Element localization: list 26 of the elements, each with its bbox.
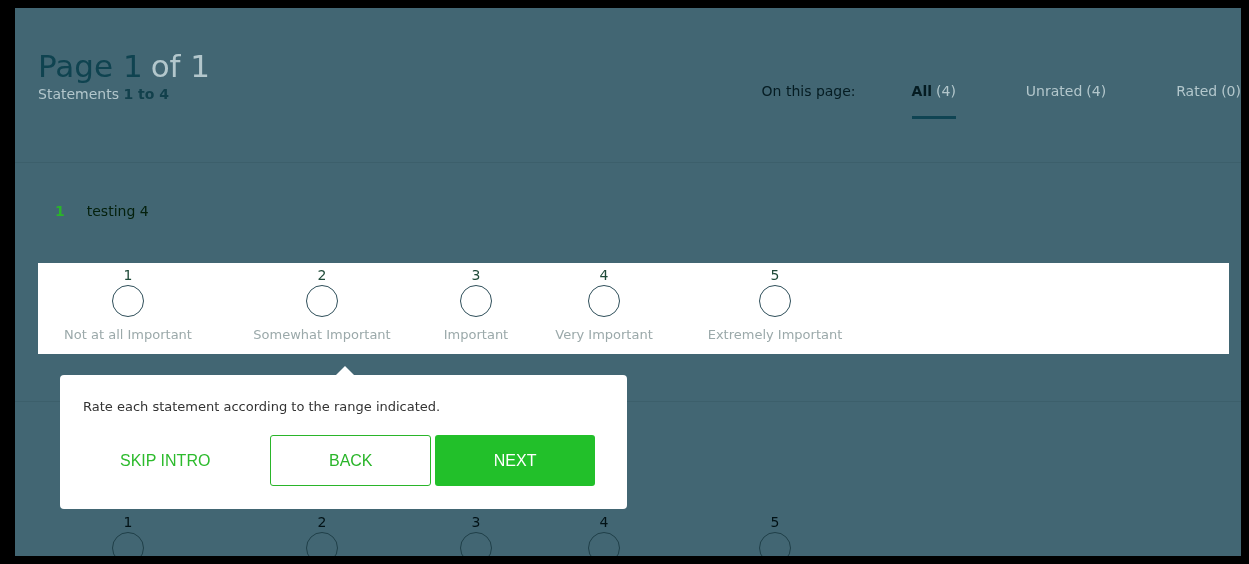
filter-tab[interactable]: Unrated (4) — [1025, 83, 1107, 119]
filter-tab[interactable]: All (4) — [911, 83, 956, 119]
rating-value: 5 — [770, 267, 780, 283]
filter-tab[interactable]: Rated (0) — [1176, 83, 1241, 119]
rating-value: 1 — [123, 267, 133, 283]
intro-message: Rate each statement according to the range indicated. — [83, 399, 442, 414]
statement-number: 1 — [55, 203, 65, 221]
statement-text: testing 4 — [86, 203, 149, 221]
rating-value: 5 — [770, 514, 780, 530]
back-button[interactable]: BACK — [270, 435, 432, 486]
next-button[interactable]: NEXT — [435, 435, 595, 486]
rating-value: 3 — [471, 514, 481, 530]
rating-value: 2 — [317, 267, 327, 283]
page-count: of 1 — [150, 48, 211, 84]
rating-label: Not at all Important — [64, 327, 192, 342]
rating-value: 3 — [471, 267, 481, 283]
rating-value: 4 — [599, 267, 609, 283]
rating-label: Very Important — [555, 327, 653, 342]
rating-label: Important — [443, 327, 509, 342]
rating-label: Extremely Important — [707, 327, 843, 342]
rating-value: 4 — [599, 514, 609, 530]
rating-value: 1 — [123, 514, 133, 530]
skip-intro-button[interactable]: SKIP INTRO — [83, 451, 244, 470]
rating-value: 2 — [317, 514, 327, 530]
rating-label: Somewhat Important — [253, 327, 391, 342]
filter-label: On this page: — [761, 83, 856, 99]
